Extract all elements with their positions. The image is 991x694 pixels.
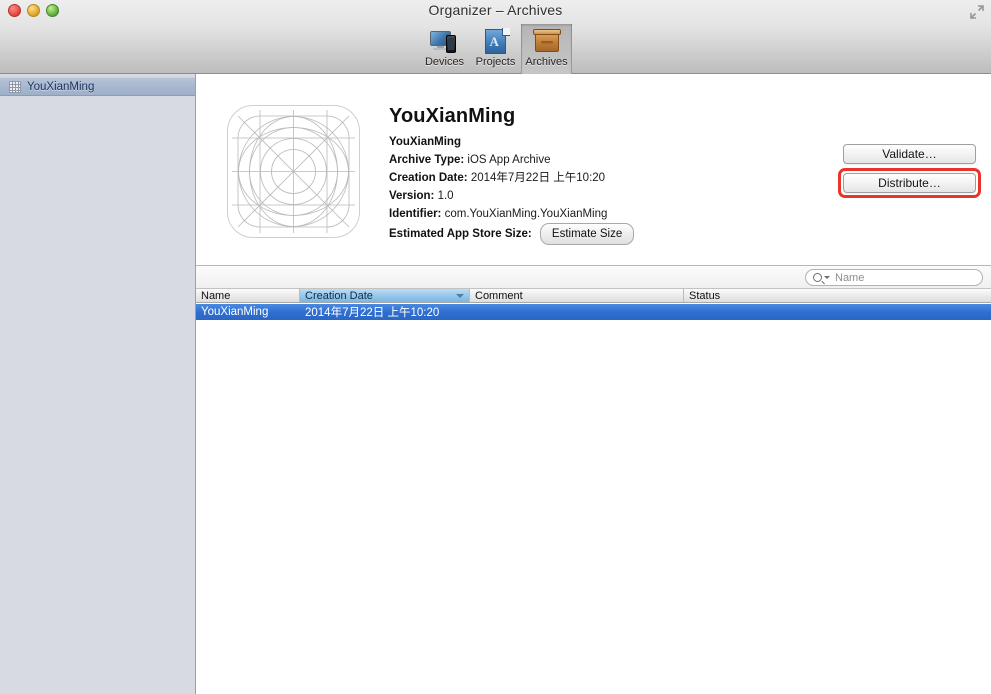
toolbar-tab-projects[interactable]: A Projects: [470, 24, 521, 74]
archive-type-value: iOS App Archive: [467, 154, 551, 166]
column-header-creation-date[interactable]: Creation Date: [300, 289, 470, 302]
column-header-comment-label: Comment: [475, 289, 523, 302]
distribute-button-wrapper: Distribute…: [838, 168, 981, 198]
archive-metadata: YouXianMing YouXianMing Archive Type: iO…: [389, 104, 859, 245]
validate-button[interactable]: Validate…: [843, 144, 976, 164]
table-search-bar: Name: [196, 266, 991, 288]
organizer-toolbar: Devices A Projects Archives: [0, 24, 991, 74]
column-header-status[interactable]: Status: [684, 289, 991, 302]
archive-detail-panel: YouXianMing YouXianMing Archive Type: iO…: [196, 74, 991, 265]
identifier-row: Identifier: com.YouXianMing.YouXianMing: [389, 205, 859, 223]
organizer-window: Organizer – Archives Devices A Projects …: [0, 0, 991, 694]
window-title: Organizer – Archives: [428, 2, 563, 18]
version-row: Version: 1.0: [389, 187, 859, 205]
archive-scheme-row: YouXianMing: [389, 133, 859, 151]
creation-date-row: Creation Date: 2014年7月22日 上午10:20: [389, 169, 859, 187]
app-icon-preview: [227, 105, 360, 238]
projects-icon: A: [481, 27, 511, 55]
sidebar-item-youxianming[interactable]: YouXianMing: [0, 77, 195, 96]
fullscreen-arrows-icon[interactable]: [969, 4, 985, 20]
column-header-comment[interactable]: Comment: [470, 289, 684, 302]
search-field[interactable]: Name: [805, 269, 983, 286]
search-input[interactable]: Name: [835, 272, 864, 284]
archive-actions: Validate… Distribute…: [838, 144, 981, 202]
toolbar-tab-devices[interactable]: Devices: [419, 24, 470, 74]
toolbar-tab-archives-label: Archives: [525, 56, 568, 68]
window-titlebar: Organizer – Archives Devices A Projects …: [0, 0, 991, 74]
table-row[interactable]: YouXianMing 2014年7月22日 上午10:20: [196, 304, 991, 320]
creation-date-label: Creation Date:: [389, 172, 468, 184]
archive-title: YouXianMing: [389, 105, 516, 127]
sidebar-item-label: YouXianMing: [27, 80, 95, 93]
distribute-button[interactable]: Distribute…: [843, 173, 976, 193]
column-header-creation-date-label: Creation Date: [305, 289, 373, 302]
column-header-name[interactable]: Name: [196, 289, 300, 302]
creation-date-value: 2014年7月22日 上午10:20: [470, 172, 606, 184]
identifier-label: Identifier:: [389, 208, 442, 220]
search-magnifier-icon: [813, 273, 822, 282]
toolbar-segmented-control: Devices A Projects Archives: [419, 24, 572, 74]
table-header: Name Creation Date Comment Status: [196, 288, 991, 303]
estimate-size-button[interactable]: Estimate Size: [539, 223, 635, 245]
devices-icon: [429, 27, 460, 55]
cell-name: YouXianMing: [201, 306, 269, 318]
version-value: 1.0: [437, 190, 454, 202]
archive-type-label: Archive Type:: [389, 154, 465, 166]
app-grid-icon: [9, 80, 21, 93]
version-label: Version:: [389, 190, 435, 202]
column-header-status-label: Status: [689, 289, 721, 302]
content-pane: YouXianMing YouXianMing Archive Type: iO…: [196, 74, 991, 694]
toolbar-tab-projects-label: Projects: [475, 56, 516, 68]
sort-descending-icon: [456, 293, 464, 298]
chevron-down-icon[interactable]: [824, 276, 830, 279]
sidebar: YouXianMing: [0, 74, 196, 694]
estimated-size-label: Estimated App Store Size:: [389, 228, 532, 241]
cell-creation-date: 2014年7月22日 上午10:20: [305, 307, 440, 319]
column-header-name-label: Name: [201, 289, 231, 302]
identifier-value: com.YouXianMing.YouXianMing: [444, 208, 608, 220]
estimated-size-row: Estimated App Store Size: Estimate Size: [389, 223, 859, 245]
toolbar-tab-archives[interactable]: Archives: [521, 24, 572, 74]
archives-icon: [532, 27, 562, 55]
archive-type-row: Archive Type: iOS App Archive: [389, 151, 859, 169]
archive-scheme: YouXianMing: [389, 136, 461, 148]
toolbar-tab-devices-label: Devices: [424, 56, 465, 68]
